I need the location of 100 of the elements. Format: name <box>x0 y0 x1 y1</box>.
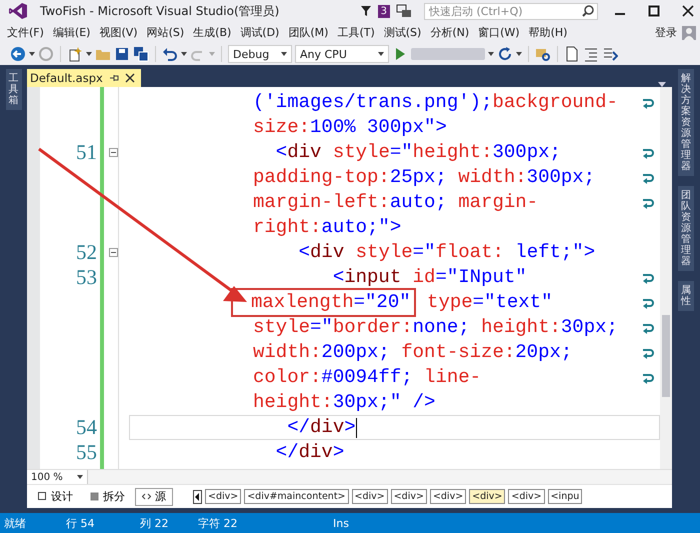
close-icon[interactable] <box>124 73 135 83</box>
quick-launch-field[interactable]: 快速启动 (Ctrl+Q) <box>424 2 598 20</box>
line-number: 55 <box>76 440 98 465</box>
code-line: padding-top:25px; width:300px; <box>129 165 660 190</box>
source-view-icon <box>142 492 151 501</box>
menu-item[interactable]: 测试(S) <box>380 25 426 40</box>
line-indicator: 行 54 <box>66 516 94 530</box>
save-all-icon[interactable] <box>133 46 149 62</box>
design-view-icon <box>38 492 47 501</box>
line-number: 51 <box>76 140 98 165</box>
breadcrumb-tag[interactable]: <div#maincontent> <box>244 489 348 504</box>
new-item-icon[interactable] <box>67 46 83 62</box>
toolbox-tab[interactable]: 工具箱 <box>6 69 22 110</box>
split-view-icon <box>90 492 99 501</box>
line-number: 54 <box>76 415 98 440</box>
menu-item[interactable]: 窗口(W) <box>474 25 525 40</box>
refresh-icon[interactable] <box>497 46 513 62</box>
configuration-dropdown[interactable]: Debug <box>228 45 292 63</box>
save-icon[interactable] <box>114 46 130 62</box>
team-explorer-tab[interactable]: 团队资源管理器 <box>678 186 694 271</box>
undo-icon[interactable] <box>162 46 178 62</box>
horizontal-scrollbar[interactable] <box>88 470 672 484</box>
pin-icon[interactable] <box>108 73 119 83</box>
menu-item[interactable]: 工具(T) <box>333 25 380 40</box>
breadcrumb-tag[interactable]: <div> <box>205 489 242 504</box>
highlighted-code: maxlength="20" <box>231 288 416 317</box>
code-line: <div style="height:300px; <box>129 140 660 165</box>
dropdown-caret-icon[interactable] <box>181 52 187 56</box>
scroll-thumb[interactable] <box>662 315 670 397</box>
code-line: height:30px;" /> <box>252 390 436 415</box>
line-number: 53 <box>76 265 98 290</box>
breadcrumb-tag[interactable]: <div> <box>390 489 427 504</box>
breadcrumb-tag[interactable]: <div> <box>508 489 545 504</box>
code-line: style="border:none; height:30px; <box>129 315 660 340</box>
menu-item[interactable]: 生成(B) <box>189 25 236 40</box>
code-line: maxlength="20" type="text" <box>129 290 660 315</box>
scroll-left-icon[interactable] <box>193 490 202 504</box>
app-logo-icon <box>8 2 28 20</box>
breadcrumb-tag[interactable]: <div> <box>352 489 388 504</box>
menu-item[interactable]: 帮助(H) <box>524 25 572 40</box>
platform-dropdown[interactable]: Any CPU <box>295 45 389 63</box>
line-number: 52 <box>76 240 98 265</box>
code-line: ('images/trans.png');background- <box>129 90 660 115</box>
document-tab[interactable]: Default.aspx <box>27 69 141 87</box>
code-line: size:100% 300px"> <box>252 115 448 140</box>
code-line: right:auto;"> <box>252 215 402 240</box>
dropdown-caret-icon[interactable] <box>86 52 92 56</box>
status-text: 就绪 <box>4 516 26 530</box>
code-line: <div style="float: left;"> <box>298 240 596 265</box>
solution-explorer-tab[interactable]: 解决方案资源管理器 <box>678 69 694 176</box>
view-mode-button[interactable]: 源 <box>135 488 173 506</box>
breadcrumb-tag[interactable]: <div> <box>430 489 466 504</box>
menu-item[interactable]: 团队(M) <box>284 25 334 40</box>
menu-item[interactable]: 编辑(E) <box>48 25 96 40</box>
menu-item[interactable]: 网站(S) <box>142 25 190 40</box>
menu-item[interactable]: 视图(V) <box>95 25 143 40</box>
filter-icon[interactable] <box>360 5 372 17</box>
dropdown-caret-icon[interactable] <box>488 52 494 56</box>
menu-item[interactable]: 调试(D) <box>236 25 284 40</box>
word-wrap-icon <box>641 146 655 158</box>
view-mode-button[interactable]: 设计 <box>31 488 80 506</box>
insert-mode-indicator: Ins <box>333 516 349 530</box>
vertical-scrollbar[interactable] <box>660 87 672 469</box>
code-line: color:#0094ff; line- <box>129 365 660 390</box>
word-wrap-icon <box>641 346 655 358</box>
code-line: margin-left:auto; margin- <box>129 190 660 215</box>
menu-item[interactable]: 分析(N) <box>426 25 474 40</box>
collapse-icon[interactable] <box>109 248 118 257</box>
dropdown-caret-icon <box>77 475 83 479</box>
breadcrumb-tag[interactable]: <inpu <box>548 489 582 504</box>
collapse-icon[interactable] <box>109 148 118 157</box>
text-cursor <box>356 418 357 438</box>
word-wrap-icon <box>641 296 655 308</box>
word-wrap-icon <box>641 372 655 384</box>
document-icon[interactable] <box>564 46 580 62</box>
word-wrap-icon <box>641 322 655 334</box>
properties-tab[interactable]: 属性 <box>678 281 694 311</box>
word-wrap-icon <box>641 272 655 284</box>
search-icon <box>582 4 594 16</box>
word-wrap-icon <box>641 96 655 108</box>
indent-icon[interactable] <box>583 46 599 62</box>
back-icon[interactable] <box>10 46 26 62</box>
character-indicator: 字符 22 <box>198 516 238 530</box>
dropdown-caret-icon[interactable] <box>29 52 35 56</box>
view-mode-button[interactable]: 拆分 <box>83 488 132 506</box>
code-line: </div> <box>274 440 346 465</box>
dropdown-caret-icon <box>378 52 384 56</box>
code-line: width:200px; font-size:20px; <box>129 340 660 365</box>
menu-item[interactable]: 文件(F) <box>3 25 49 40</box>
word-wrap-icon <box>641 196 655 208</box>
window-title: TwoFish - Microsoft Visual Studio(管理员) <box>40 2 280 20</box>
dropdown-caret-icon[interactable] <box>516 52 522 56</box>
sign-in-link[interactable]: 登录 <box>651 25 682 40</box>
tab-list-caret-icon[interactable] <box>658 82 666 87</box>
word-wrap-icon <box>641 172 655 184</box>
dropdown-caret-icon <box>281 52 287 56</box>
code-line: <input id="INput" <box>129 265 660 290</box>
breadcrumb-tag[interactable]: <div> <box>469 489 506 504</box>
column-indicator: 列 22 <box>140 516 168 530</box>
notification-badge[interactable]: 3 <box>378 4 390 18</box>
